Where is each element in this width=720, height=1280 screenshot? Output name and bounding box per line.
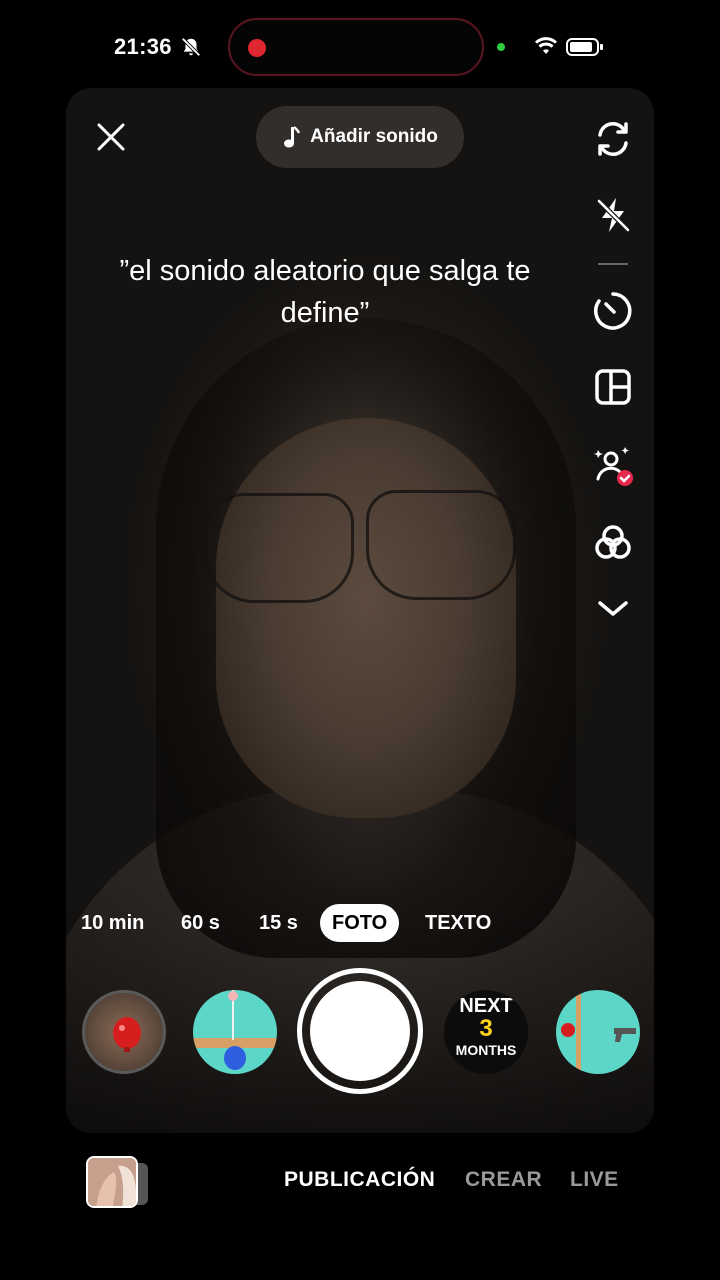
mode-15-s[interactable]: 15 s xyxy=(259,904,298,942)
effect-balloon-shooter[interactable] xyxy=(556,990,640,1074)
effect-red-balloon[interactable] xyxy=(82,990,166,1074)
status-time: 21:36 xyxy=(114,34,172,59)
glasses-left xyxy=(204,493,354,603)
flip-camera-icon xyxy=(598,122,628,156)
shutter-button[interactable] xyxy=(297,968,423,1094)
gallery-preview-image xyxy=(88,1158,136,1206)
chevron-down-icon xyxy=(598,601,628,616)
mode-10-min[interactable]: 10 min xyxy=(81,904,144,942)
mode-foto[interactable]: FOTO xyxy=(320,904,400,942)
toolbar-divider xyxy=(598,263,628,265)
balloon-drop-icon xyxy=(193,990,277,1070)
layout-icon xyxy=(595,369,631,405)
camera-subject-face xyxy=(216,418,516,818)
effects-button[interactable] xyxy=(590,442,636,488)
mode-texto[interactable]: TEXTO xyxy=(425,904,491,942)
wifi-icon xyxy=(535,37,557,54)
nav-publicacion[interactable]: PUBLICACIÓN xyxy=(284,1168,435,1192)
close-icon[interactable] xyxy=(96,122,126,152)
balloon-shooter-icon xyxy=(561,990,636,1074)
flip-camera-button[interactable] xyxy=(590,116,636,162)
recording-indicator xyxy=(248,39,266,57)
layout-button[interactable] xyxy=(590,364,636,410)
add-sound-label: Añadir sonido xyxy=(310,126,438,147)
expand-tools-button[interactable] xyxy=(590,586,636,632)
flash-button[interactable] xyxy=(590,192,636,238)
status-bar: 21:36 xyxy=(0,0,720,90)
nav-live[interactable]: LIVE xyxy=(570,1168,619,1192)
glasses-right xyxy=(366,490,516,600)
effect-next-3-months[interactable]: NEXT 3 MONTHS xyxy=(444,990,528,1074)
filters-button[interactable] xyxy=(590,520,636,566)
capture-mode-selector: 10 min 60 s 15 s FOTO TEXTO xyxy=(0,904,720,942)
nav-crear[interactable]: CREAR xyxy=(465,1168,542,1192)
add-sound-button[interactable]: Añadir sonido xyxy=(256,106,464,168)
timer-button[interactable] xyxy=(590,288,636,334)
bell-off-icon xyxy=(181,37,201,57)
camera-in-use-dot xyxy=(497,43,505,51)
dynamic-island xyxy=(228,18,484,76)
battery-icon xyxy=(566,38,603,56)
video-caption: ”el sonido aleatorio que salga te define… xyxy=(119,255,531,329)
filters-icon xyxy=(595,525,631,559)
music-note-icon xyxy=(284,126,301,148)
flash-off-icon xyxy=(597,198,630,232)
mode-60-s[interactable]: 60 s xyxy=(181,904,220,942)
effects-person-icon xyxy=(594,447,633,486)
gallery-thumbnail[interactable] xyxy=(86,1156,138,1208)
effect-balloon-drop[interactable] xyxy=(193,990,277,1074)
timer-icon xyxy=(594,292,632,330)
